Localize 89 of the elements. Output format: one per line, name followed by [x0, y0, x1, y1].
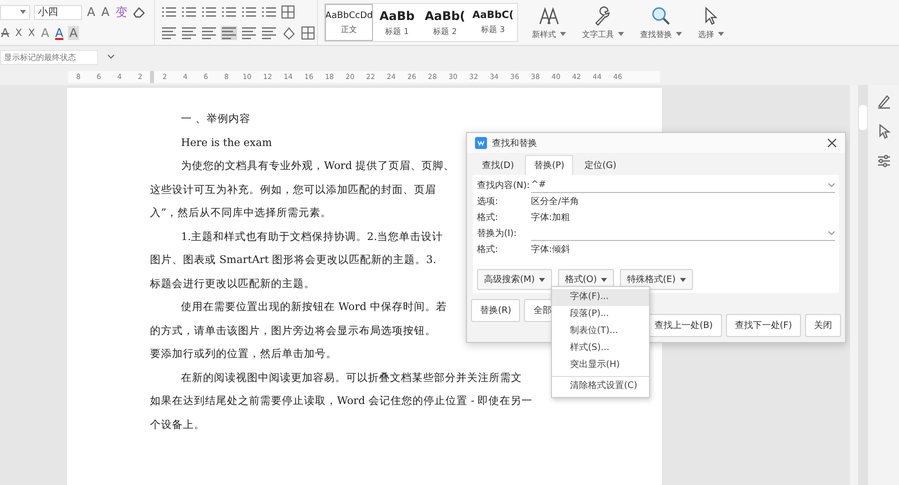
- chevron-icon: [828, 182, 835, 186]
- document-text-line: 如果在达到结尾处之前需要停止读取，Word 会记住您的停止位置 - 即使在另一: [150, 394, 533, 409]
- document-text-line: 使用在需要位置出现的新按钮在 Word 中保存时间。若: [180, 300, 447, 315]
- pen-icon[interactable]: [876, 93, 892, 109]
- style-preset[interactable]: AaBb 标题 1: [373, 4, 421, 41]
- find-input[interactable]: ^#: [531, 178, 835, 192]
- toolbar-button[interactable]: 选择: [690, 0, 732, 45]
- document-text-line: 个设备上。: [150, 418, 205, 432]
- toolbar-button-label: 查找替换: [640, 28, 672, 40]
- field-label: 替换为(I):: [477, 228, 518, 240]
- list-icon[interactable]: [201, 5, 217, 19]
- caret-icon: [718, 32, 724, 36]
- toolbar-button-label: 新样式: [532, 28, 556, 40]
- font-tool-button[interactable]: A: [0, 26, 10, 40]
- menu-item[interactable]: 样式(S)...: [552, 340, 649, 357]
- caret-icon: [600, 278, 607, 282]
- info-value: 字体:加粗: [531, 212, 570, 224]
- list-icon[interactable]: [221, 5, 237, 19]
- toolbar-button[interactable]: 新样式: [524, 0, 574, 45]
- caret-icon: [20, 10, 26, 14]
- dialog-button[interactable]: 关闭: [805, 314, 841, 337]
- document-text-line: 这些设计可互为补充。例如，您可以添加匹配的封面、页眉: [150, 182, 436, 198]
- document-text-line: 标题会进行更改以匹配新的主题。: [150, 276, 315, 292]
- font-tool-button[interactable]: 变: [114, 4, 128, 20]
- dialog-title: 查找和替换: [492, 138, 538, 150]
- border-icon[interactable]: [301, 26, 315, 40]
- table-icon[interactable]: [281, 5, 295, 19]
- caret-icon: [680, 278, 686, 282]
- align-icon[interactable]: [161, 26, 177, 40]
- info-label: 格式:: [477, 244, 500, 256]
- settings-icon[interactable]: [876, 153, 892, 169]
- font-tool-button[interactable]: A: [86, 5, 96, 19]
- caret-icon: [618, 32, 624, 36]
- toolbar-button[interactable]: 查找替换: [632, 0, 690, 45]
- style-preset[interactable]: AaBbC( 标题 3: [469, 4, 517, 41]
- caret-icon: [538, 278, 545, 282]
- document-text-line: 的方式，请单击该图片，图片旁边将会显示布局选项按钮。: [150, 324, 436, 338]
- list-icon[interactable]: [261, 5, 277, 19]
- font-tool-button[interactable]: A: [54, 26, 64, 40]
- list-icon[interactable]: [181, 5, 197, 19]
- align-icon[interactable]: [181, 26, 197, 40]
- document-text-line: 1.主题和样式也有助于文档保持协调。2.当您单击设计: [180, 230, 444, 244]
- align-icon[interactable]: [261, 26, 277, 40]
- align-icon[interactable]: [221, 26, 237, 40]
- menu-item[interactable]: 清除格式设置(C): [552, 376, 649, 395]
- dialog-button[interactable]: 查找下一处(F): [726, 314, 801, 337]
- list-icon[interactable]: [161, 5, 177, 19]
- dialog-tab[interactable]: 查找(D): [473, 155, 523, 175]
- document-text-line: 在新的阅读视图中阅读更加容易。可以折叠文档某些部分并关注所需文: [180, 370, 522, 386]
- style-preset[interactable]: AaBb( 标题 2: [421, 4, 469, 41]
- chevron-icon: [828, 230, 835, 234]
- document-text-line: 图片、图表或 SmartArt 图形将会更改以匹配新的主题。3.: [150, 253, 436, 268]
- dropdown-button[interactable]: 特殊格式(E): [620, 269, 693, 290]
- field-label: 查找内容(N):: [477, 180, 531, 192]
- font-tool-button[interactable]: A: [100, 5, 110, 19]
- app-logo-icon: [475, 137, 487, 149]
- font-tool-button[interactable]: X: [14, 28, 24, 38]
- document-text-line: Here is the exam: [180, 136, 272, 150]
- dialog-tab[interactable]: 替换(P): [524, 155, 574, 175]
- new-style-icon: [538, 6, 560, 26]
- replace-button[interactable]: 替换(R): [471, 299, 520, 322]
- dropdown-button[interactable]: 高级搜索(M): [477, 269, 552, 290]
- list-icon[interactable]: [241, 5, 257, 19]
- search-icon: [650, 6, 672, 26]
- font-name-field[interactable]: [0, 4, 30, 20]
- info-label: 格式:: [477, 212, 500, 224]
- menu-item[interactable]: 字体(F)...: [552, 289, 649, 306]
- dialog-tab[interactable]: 定位(G): [575, 155, 626, 175]
- info-label: 选项:: [477, 196, 500, 208]
- info-value: 区分全/半角: [531, 196, 580, 208]
- font-tool-button[interactable]: A: [68, 26, 79, 40]
- caret-icon: [676, 32, 682, 36]
- toolbar-button[interactable]: 文字工具: [574, 0, 632, 45]
- caret-icon: [560, 32, 566, 36]
- info-value: 字体:倾斜: [531, 244, 570, 256]
- font-size-field[interactable]: 小四: [34, 4, 82, 20]
- document-text-line: 为使您的文档具有专业外观，Word 提供了页眉、页脚、: [180, 159, 454, 174]
- close-icon[interactable]: [827, 138, 837, 148]
- toolbar-button-label: 文字工具: [582, 28, 614, 40]
- document-text-line: 一 、举例内容: [180, 112, 250, 127]
- scrollbar[interactable]: [858, 85, 868, 485]
- document-text-line: 要添加行或列的位置，然后单击加号。: [150, 347, 337, 362]
- document-text-line: 入”，然后从不同库中选择所需元素。: [150, 206, 332, 221]
- markup-view-dropdown[interactable]: 显示标记的最终状态: [0, 50, 98, 64]
- toolbar-button-label: 选择: [698, 28, 714, 40]
- align-icon[interactable]: [241, 26, 257, 40]
- font-tool-button[interactable]: X: [27, 28, 36, 38]
- menu-item[interactable]: 突出显示(H): [552, 357, 649, 374]
- align-icon[interactable]: [201, 26, 217, 40]
